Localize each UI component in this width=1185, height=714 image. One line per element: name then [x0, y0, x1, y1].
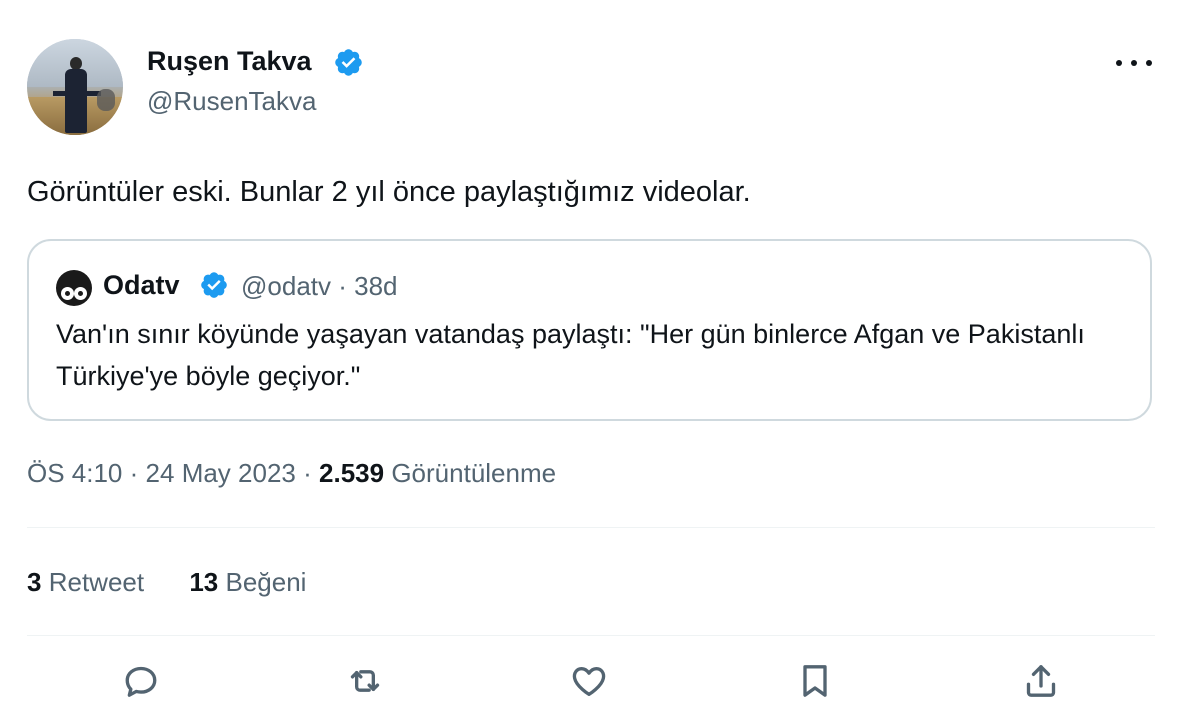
quote-separator: · — [338, 271, 347, 301]
retweet-icon — [350, 670, 380, 692]
heart-icon — [572, 667, 606, 696]
reply-icon — [125, 666, 157, 697]
reply-button[interactable] — [118, 658, 164, 704]
quote-age[interactable]: 38d — [354, 271, 397, 301]
tweet-timestamp: ÖS 4:10 · 24 May 2023 · 2.539 Görüntülen… — [27, 456, 556, 490]
author-avatar[interactable] — [27, 39, 123, 135]
verified-badge-icon[interactable] — [333, 47, 364, 78]
avatar-object — [97, 89, 115, 111]
views-count: 2.539 — [319, 458, 385, 488]
author-handle[interactable]: @RusenTakva — [147, 86, 316, 116]
retweet-button[interactable] — [342, 658, 388, 704]
timestamp-separator: · — [129, 458, 139, 488]
quote-handle: @odatv — [241, 271, 331, 301]
timestamp-separator: · — [303, 458, 312, 488]
tweet-text: Görüntüler eski. Bunlar 2 yıl önce payla… — [27, 176, 751, 208]
avatar-person — [53, 57, 101, 135]
quote-author-name: Odatv — [103, 270, 180, 300]
retweets-label: Retweet — [48, 567, 145, 597]
share-icon — [1026, 665, 1056, 697]
views-label: Görüntülenme — [391, 458, 557, 488]
engagement-stats: 3 Retweet 13 Beğeni — [27, 566, 344, 598]
tweet-time[interactable]: ÖS 4:10 — [27, 458, 122, 488]
bookmark-icon — [803, 665, 827, 697]
quoted-tweet[interactable]: Odatv @odatv · 38d Van'ın sınır köyünde … — [27, 239, 1152, 421]
tweet-date[interactable]: 24 May 2023 — [146, 458, 296, 488]
author-name[interactable]: Ruşen Takva — [147, 45, 312, 77]
divider — [27, 527, 1155, 528]
divider — [27, 635, 1155, 636]
quote-meta: @odatv · 38d — [241, 270, 398, 302]
likes-count: 13 — [189, 567, 219, 597]
like-button[interactable] — [566, 658, 612, 704]
more-options-icon[interactable] — [1116, 52, 1152, 74]
retweets-count: 3 — [27, 567, 42, 597]
quote-text: Van'ın sınır köyünde yaşayan vatandaş pa… — [56, 319, 1085, 391]
likes-label: Beğeni — [225, 567, 307, 597]
likes-stat[interactable]: 13 Beğeni — [189, 567, 306, 597]
verified-badge-icon — [201, 272, 227, 298]
share-button[interactable] — [1018, 658, 1064, 704]
retweets-stat[interactable]: 3 Retweet — [27, 567, 151, 597]
odatv-logo-icon[interactable] — [56, 270, 92, 306]
bookmark-button[interactable] — [792, 658, 838, 704]
